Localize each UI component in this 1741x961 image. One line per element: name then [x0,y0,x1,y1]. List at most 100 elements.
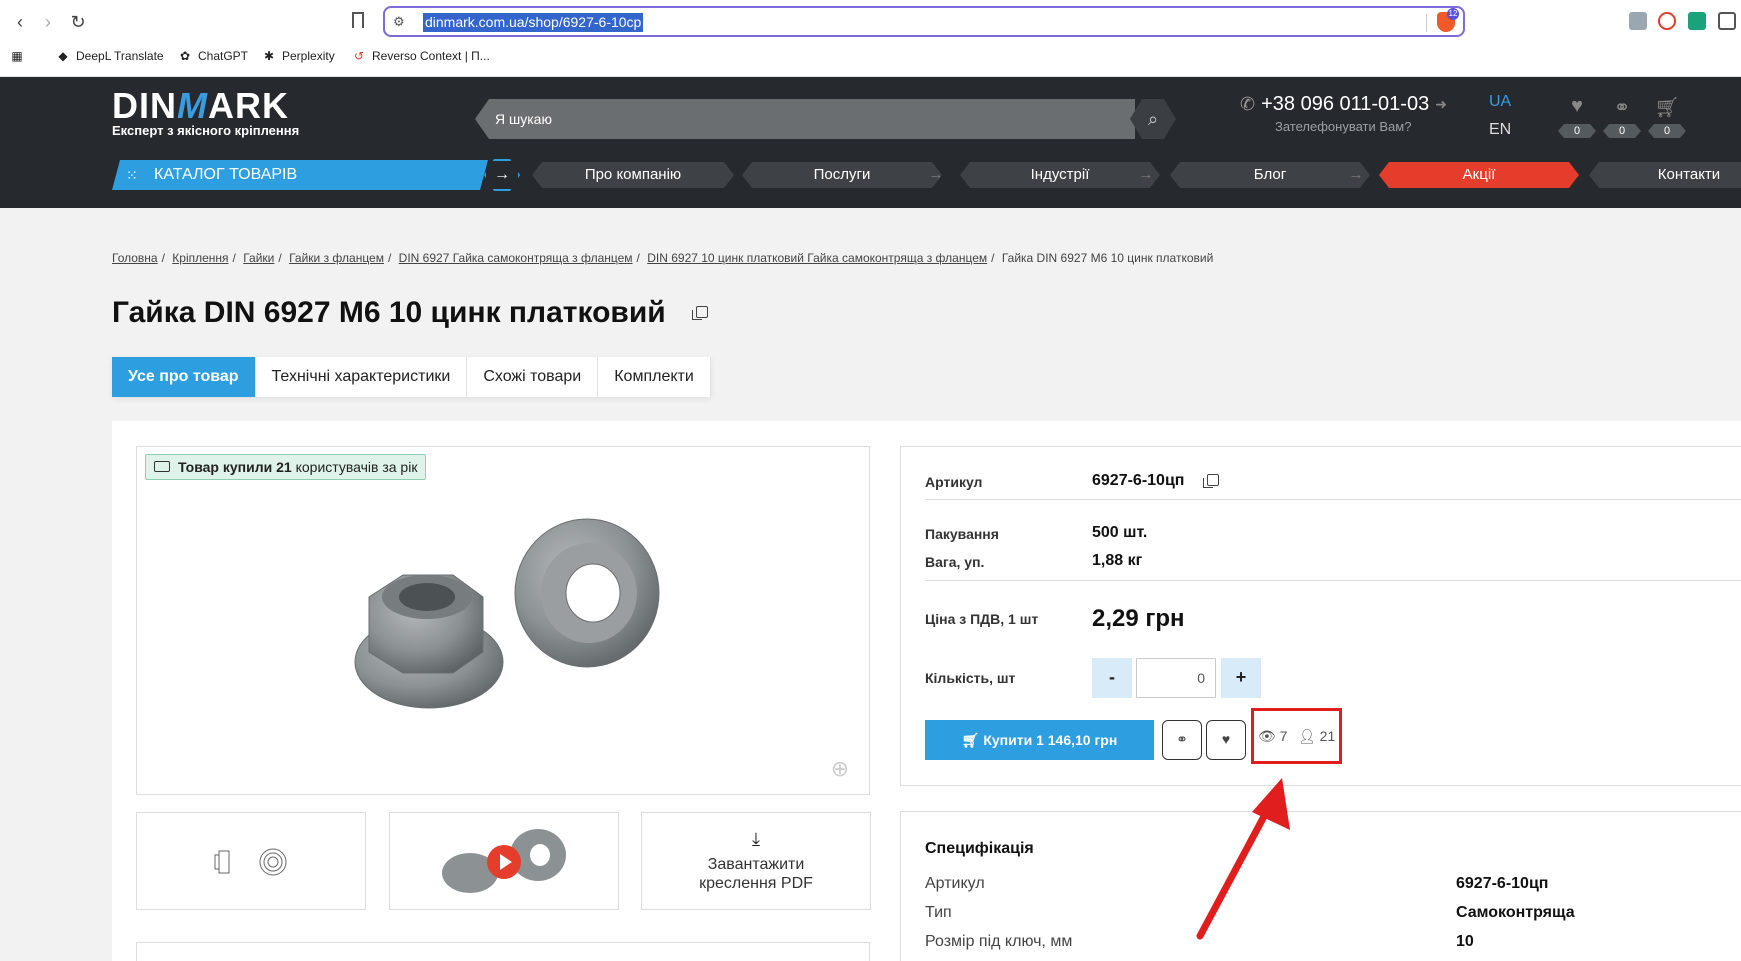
breadcrumb-link[interactable]: Головна [112,251,158,265]
download-pdf-button[interactable]: ⤓ Завантажити креслення PDF [641,812,871,910]
heart-icon[interactable]: ♥ [1557,95,1597,118]
thumb-drawing[interactable] [136,812,366,910]
apps-icon[interactable]: ▦ [10,49,24,63]
phone-number: +38 096 011-01-03 [1261,93,1430,115]
breadcrumb: Головна / Кріплення / Гайки / Гайки з фланц… [112,251,1214,265]
bookmark-perplexity[interactable]: ✱ Perplexity [262,49,335,63]
compare-button[interactable]: ⚭ [1162,720,1202,760]
sku-label: Артикул [925,474,983,490]
back-icon[interactable]: ‹ [8,10,32,34]
play-icon[interactable] [487,845,521,879]
nav-blog[interactable]: Блог [1170,162,1370,188]
tab-all[interactable]: Усе про товар [112,357,256,397]
lang-ua[interactable]: UA [1489,93,1511,111]
favorite-button[interactable]: ♥ [1206,720,1246,760]
browser-toolbar: ‹ › ↻ ⚙ dinmark.com.ua/shop/6927-6-10cp … [0,0,1741,77]
pdf-label: Завантажити креслення PDF [642,855,870,893]
catalog-icon: ⁙ [126,167,138,183]
breadcrumb-link[interactable]: DIN 6927 10 цинк платковий Гайка самокон… [647,251,987,265]
copy-icon[interactable] [1203,474,1219,488]
logo-tagline: Експерт з якісного кріплення [112,123,300,138]
tab-specs[interactable]: Технічні характеристики [256,357,468,397]
bookmark-reverso[interactable]: ↺ Reverso Context | П... [352,49,490,63]
pdf-label-line: креслення PDF [699,875,813,892]
qty-input[interactable]: 0 [1136,658,1216,698]
compare-count: 0 [1603,124,1641,138]
compare-icon: ⚭ [1176,731,1188,747]
views-stat: 👁︎ 7 [1258,728,1287,745]
copy-icon[interactable] [692,306,708,320]
search-icon[interactable]: ⌕ [1130,99,1176,139]
spec-title: Специфікація [925,840,1034,857]
pack-label: Пакування [925,526,999,542]
bookmark-icon[interactable] [352,12,364,28]
reverso-icon: ↺ [353,49,365,63]
catalog-button[interactable]: ⁙ КАТАЛОГ ТОВАРІВ [112,160,488,190]
nav-about[interactable]: Про компанію [532,162,734,188]
grid-icon: ▦ [11,49,23,63]
logo-part: M [177,85,208,126]
extension-icon[interactable] [1629,12,1647,30]
perplexity-icon: ✱ [263,49,275,63]
views-count: 7 [1279,728,1288,744]
divider [925,580,1741,581]
logo-part: ARK [208,85,289,126]
buy-label: Купити 1 146,10 грн [983,732,1118,748]
bookmark-chatgpt[interactable]: ✿ ChatGPT [178,49,248,63]
pack-value: 500 шт. [1092,524,1148,541]
breadcrumb-current: Гайка DIN 6927 M6 10 цинк платковий [1001,251,1214,265]
shield-extension-icon[interactable] [1688,12,1706,30]
forward-icon[interactable]: › [36,10,60,34]
tab-similar[interactable]: Схожі товари [467,357,599,397]
site-settings-icon[interactable]: ⚙ [393,14,409,30]
arrow-right-icon: → [1348,166,1364,183]
address-bar[interactable]: ⚙ dinmark.com.ua/shop/6927-6-10cp 12 [383,6,1465,37]
thumb-video[interactable] [389,812,619,910]
breadcrumb-link[interactable]: Гайки [243,251,274,265]
search-input[interactable]: Я шукаю [475,99,1135,139]
product-info: Артикул 6927-6-10цп Пакування 500 шт. Ва… [900,446,1741,786]
logo[interactable]: DINMARK [112,85,289,127]
arrow-right-icon[interactable]: → [484,159,520,191]
qty-label: Кількість, шт [925,670,1016,686]
phone[interactable]: ✆ +38 096 011-01-03 ➜ [1240,93,1447,116]
cart-icon[interactable]: 🛒︎ [1647,95,1687,120]
search: Я шукаю ⌕ [475,99,1176,139]
qty-decrease-button[interactable]: - [1092,658,1132,698]
tab-kits[interactable]: Комплекти [598,357,711,397]
breadcrumb-link[interactable]: Кріплення [172,251,228,265]
search-placeholder: Я шукаю [495,111,552,127]
arrow-right-icon: → [928,166,944,183]
nav-sales[interactable]: Акції [1379,162,1579,188]
buy-button[interactable]: 🛒︎ Купити 1 146,10 грн [925,720,1154,760]
spec-value: 10 [1456,933,1474,950]
callback-link[interactable]: Зателефонувати Вам? [1275,119,1411,134]
download-icon: ⤓ [752,829,760,849]
zoom-icon[interactable]: ⊕ [827,756,853,782]
nav-contacts[interactable]: Контакти [1589,162,1741,188]
reverso-extension-icon[interactable] [1658,12,1676,30]
url-text[interactable]: dinmark.com.ua/shop/6927-6-10cp [423,13,644,32]
brave-badge: 12 [1447,8,1459,20]
breadcrumb-link[interactable]: Гайки з фланцем [289,251,384,265]
qty-increase-button[interactable]: + [1221,658,1261,698]
phone-icon: ✆ [1240,94,1256,114]
spec-value: 6927-6-10цп [1456,875,1549,892]
product-image[interactable] [137,447,871,796]
divider [925,499,1741,500]
lang-en[interactable]: EN [1489,121,1511,139]
catalog-label: КАТАЛОГ ТОВАРІВ [154,166,298,183]
bookmark-deepl[interactable]: ◆ DeepL Translate [56,49,163,63]
compare-icon[interactable]: ⚭ [1602,95,1642,120]
nav-industries[interactable]: Індустрії [960,162,1160,188]
nav-services[interactable]: Послуги [742,162,942,188]
cart-count: 0 [1648,124,1686,138]
sku-value: 6927-6-10цп [1092,472,1185,489]
sidebar-icon[interactable] [1718,12,1736,30]
spec-key: Тип [925,904,952,921]
reload-icon[interactable]: ↻ [66,10,90,34]
logo-part: DIN [112,85,177,126]
product-tabs: Усе про товар Технічні характеристики Сх… [112,357,711,397]
chatgpt-icon: ✿ [179,49,191,63]
breadcrumb-link[interactable]: DIN 6927 Гайка самоконтряща з фланцем [399,251,633,265]
